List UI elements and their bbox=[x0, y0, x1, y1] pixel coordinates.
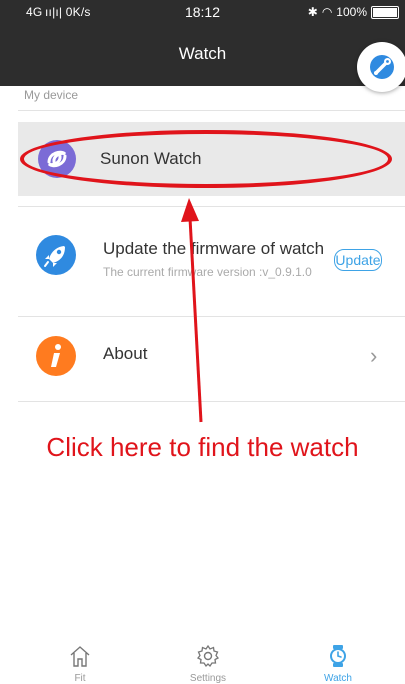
home-icon bbox=[70, 646, 90, 667]
annotation-ellipse bbox=[20, 130, 392, 188]
divider bbox=[18, 110, 405, 111]
tab-fit-label: Fit bbox=[74, 673, 86, 684]
about-label: About bbox=[103, 344, 148, 363]
tab-watch-label: Watch bbox=[324, 673, 352, 684]
gear-icon bbox=[196, 644, 220, 668]
divider bbox=[18, 401, 405, 402]
annotation-text: Click here to find the watch bbox=[46, 432, 359, 462]
status-right: ✱ ◠ 100% bbox=[308, 5, 399, 19]
rocket-icon bbox=[36, 235, 76, 275]
tools-icon bbox=[370, 55, 394, 79]
tools-button[interactable] bbox=[357, 42, 405, 92]
firmware-title: Update the firmware of watch bbox=[103, 239, 325, 258]
page-title: Watch bbox=[178, 44, 227, 63]
firmware-version: The current firmware version :v_0.9.1.0 bbox=[103, 265, 312, 279]
wifi-icon: ◠ bbox=[321, 5, 333, 19]
update-button[interactable]: Update bbox=[334, 249, 382, 271]
battery-icon bbox=[371, 5, 399, 19]
tab-settings[interactable]: Settings bbox=[168, 644, 248, 684]
title-bar: Watch bbox=[0, 24, 405, 86]
tab-watch[interactable]: Watch bbox=[298, 644, 378, 684]
info-icon bbox=[36, 336, 76, 376]
battery-percent: 100% bbox=[336, 5, 367, 19]
status-bar: 4G ıı|ı| 0K/s 18:12 ✱ ◠ 100% bbox=[0, 0, 405, 24]
tab-bar: Fit Settings Watch bbox=[0, 640, 405, 684]
my-device-label: My device bbox=[24, 88, 79, 102]
tab-settings-label: Settings bbox=[189, 673, 227, 684]
watch-icon bbox=[330, 645, 346, 667]
bluetooth-icon: ✱ bbox=[307, 5, 318, 19]
tab-fit[interactable]: Fit bbox=[40, 644, 120, 684]
chevron-right-icon: › bbox=[370, 343, 378, 368]
about-row[interactable]: About bbox=[18, 317, 405, 401]
